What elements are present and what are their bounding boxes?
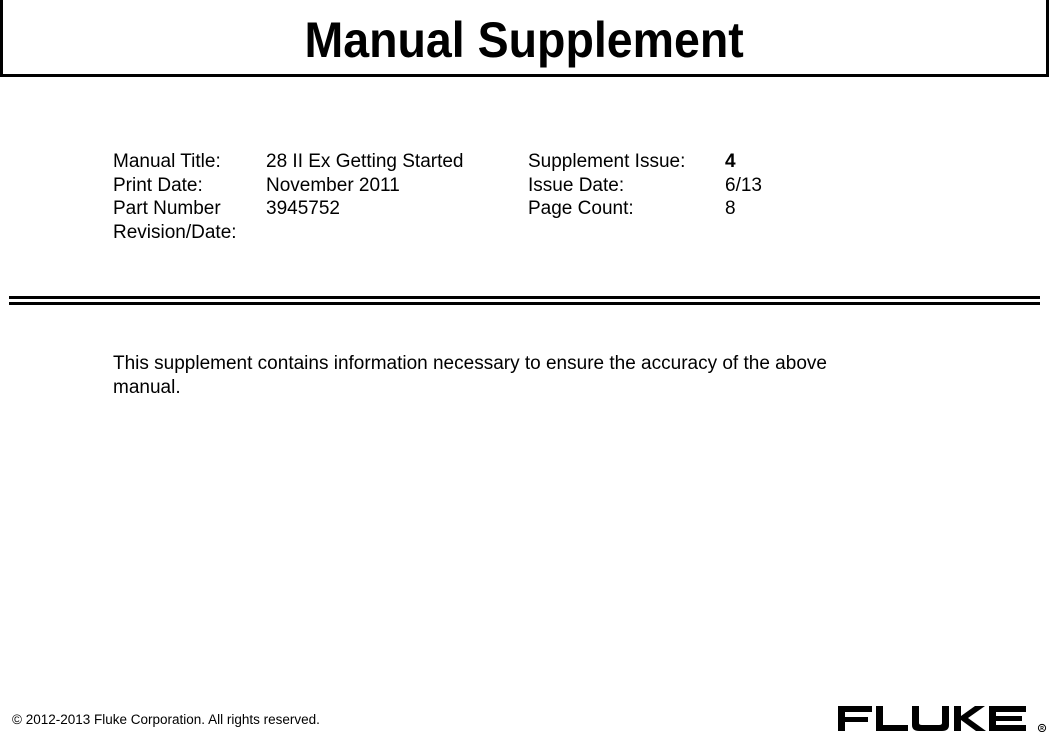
- part-number-value: 3945752: [266, 198, 340, 219]
- revision-date-label: Revision/Date:: [113, 221, 237, 243]
- supplement-issue-row: Supplement Issue: 4: [528, 150, 762, 174]
- print-date-row: Print Date: November 2011: [113, 174, 464, 198]
- copyright-notice: © 2012-2013 Fluke Corporation. All right…: [12, 712, 320, 727]
- fluke-logo: R: [836, 704, 1048, 737]
- manual-info: Manual Title: 28 II Ex Getting Started P…: [113, 150, 464, 244]
- svg-text:R: R: [1040, 726, 1044, 732]
- manual-title-row: Manual Title: 28 II Ex Getting Started: [113, 150, 464, 174]
- supplement-issue-label: Supplement Issue:: [528, 151, 686, 172]
- part-number-row: Part Number 3945752: [113, 197, 464, 221]
- page-title: Manual Supplement: [304, 11, 745, 68]
- supplement-issue-value: 4: [725, 151, 736, 172]
- page-count-row: Page Count: 8: [528, 197, 762, 221]
- issue-date-row: Issue Date: 6/13: [528, 174, 762, 198]
- page-count-value: 8: [725, 198, 736, 219]
- part-number-label: Part Number: [113, 198, 221, 219]
- supplement-info: Supplement Issue: 4 Issue Date: 6/13 Pag…: [528, 150, 762, 221]
- print-date-value: November 2011: [266, 174, 400, 196]
- divider-top: [9, 296, 1040, 299]
- fluke-logo-icon: R: [838, 706, 1047, 733]
- supplement-description: This supplement contains information nec…: [113, 353, 827, 398]
- revision-date-row: Revision/Date:: [113, 221, 464, 245]
- manual-title-value: 28 II Ex Getting Started: [266, 151, 464, 172]
- divider-bottom: [9, 302, 1040, 305]
- page-count-label: Page Count:: [528, 198, 634, 219]
- manual-title-label: Manual Title:: [113, 151, 221, 172]
- issue-date-value: 6/13: [725, 174, 762, 196]
- title-box: Manual Supplement: [0, 0, 1049, 77]
- issue-date-label: Issue Date:: [528, 174, 625, 196]
- print-date-label: Print Date:: [113, 174, 203, 196]
